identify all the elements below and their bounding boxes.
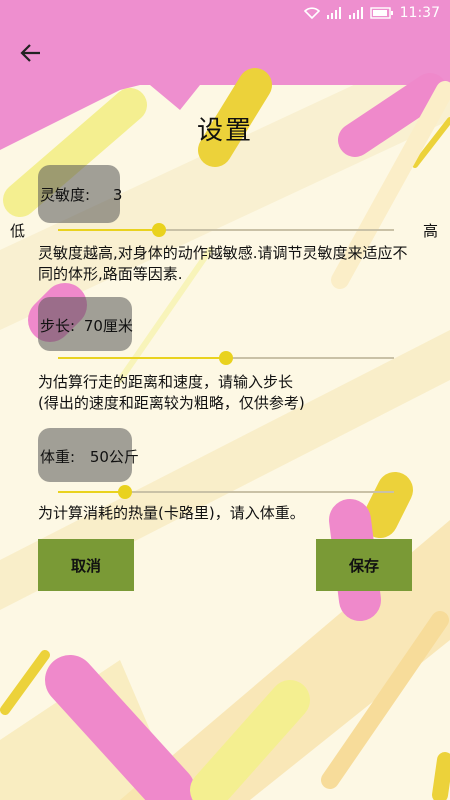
arrow-left-icon xyxy=(20,44,40,62)
step-length-description: 为估算行走的距离和速度，请输入步长 (得出的速度和距离较为粗略，仅供参考) xyxy=(38,372,418,414)
weight-slider[interactable] xyxy=(58,485,394,499)
sensitivity-max-label: 高 xyxy=(423,222,439,240)
signal-icon xyxy=(348,7,364,19)
weight-description: 为计算消耗的热量(卡路里)，请入体重。 xyxy=(38,504,305,522)
signal-icon xyxy=(326,7,342,19)
page-title: 设置 xyxy=(196,116,253,146)
sensitivity-slider[interactable] xyxy=(58,223,394,237)
weight-label: 体重: xyxy=(40,448,76,466)
weight-slider-fill xyxy=(58,491,126,493)
back-button[interactable] xyxy=(14,36,48,70)
step-length-slider-fill xyxy=(58,357,226,359)
sensitivity-label: 灵敏度: 3 xyxy=(40,184,122,205)
sensitivity-min-label: 低 xyxy=(10,222,26,240)
wifi-icon xyxy=(303,7,320,19)
step-length-slider-thumb[interactable] xyxy=(219,351,233,365)
sensitivity-label-text: 灵敏度: xyxy=(40,186,91,204)
step-length-description-line1: 为估算行走的距离和速度，请输入步长 xyxy=(38,373,294,391)
step-length-description-line2: (得出的速度和距离较为粗略，仅供参考) xyxy=(38,394,305,412)
cancel-button[interactable]: 取消 xyxy=(38,539,134,591)
weight-display: 体重: 50公斤 xyxy=(40,446,139,467)
step-length-display: 步长: 70厘米 xyxy=(40,315,133,336)
save-button[interactable]: 保存 xyxy=(316,539,412,591)
status-bar: 11:37 xyxy=(0,0,450,26)
sensitivity-slider-fill xyxy=(58,229,159,231)
battery-icon xyxy=(369,7,394,19)
step-length-value: 70厘米 xyxy=(83,317,133,335)
step-length-slider[interactable] xyxy=(58,351,394,365)
step-length-label: 步长: xyxy=(40,317,76,335)
status-time: 11:37 xyxy=(399,5,440,21)
sensitivity-slider-thumb[interactable] xyxy=(151,223,166,237)
sensitivity-value: 3 xyxy=(112,186,123,204)
weight-value: 50公斤 xyxy=(89,448,139,466)
sensitivity-description: 灵敏度越高,对身体的动作越敏感.请调节灵敏度来适应不同的体形,路面等因素. xyxy=(38,244,408,283)
